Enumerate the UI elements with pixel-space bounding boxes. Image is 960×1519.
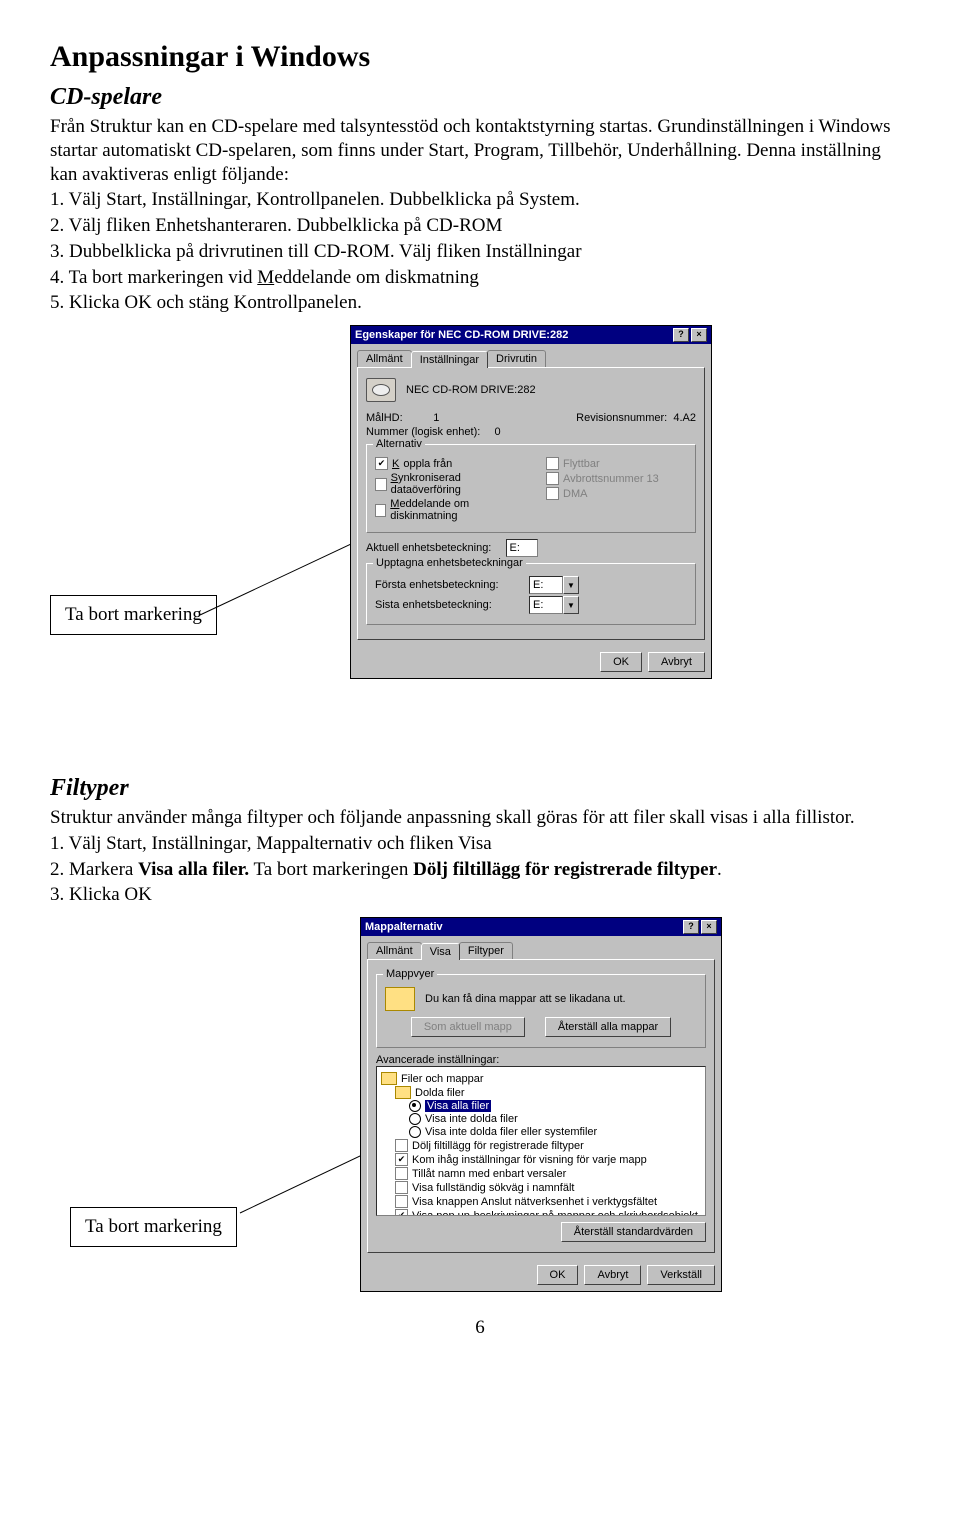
device-name: NEC CD-ROM DRIVE:282: [406, 384, 536, 396]
tab-allmant[interactable]: Allmänt: [357, 350, 412, 367]
close-icon[interactable]: ×: [701, 920, 717, 934]
chk-meddelande[interactable]: [375, 504, 386, 517]
callout-box-1: Ta bort markering: [50, 595, 217, 635]
cancel-button-2[interactable]: Avbryt: [584, 1265, 641, 1285]
chk-flyttbar: [546, 457, 559, 470]
chk-popup[interactable]: [395, 1209, 408, 1216]
apply-button[interactable]: Verkställ: [647, 1265, 715, 1285]
chevron-down-icon[interactable]: ▼: [563, 576, 579, 594]
folder-icon: [395, 1086, 411, 1099]
screenshot-2-area: Ta bort markering Mappalternativ ? × All…: [50, 917, 910, 1287]
tab-filtyper[interactable]: Filtyper: [459, 942, 513, 959]
tab-allmant-2[interactable]: Allmänt: [367, 942, 422, 959]
radio-visa-inte[interactable]: [409, 1113, 421, 1125]
chk-synk[interactable]: [375, 478, 387, 491]
close-icon[interactable]: ×: [691, 328, 707, 342]
filt-step-3: 3. Klicka OK: [50, 883, 910, 907]
cd-step-2: 2. Välj fliken Enhetshanteraren. Dubbelk…: [50, 214, 910, 238]
cd-step-1: 1. Välj Start, Inställningar, Kontrollpa…: [50, 188, 910, 212]
chk-versaler[interactable]: [395, 1167, 408, 1180]
tabs: Allmänt Inställningar Drivrutin: [351, 344, 711, 367]
cdrom-icon: [366, 378, 396, 402]
chk-dolj-filtillagg[interactable]: [395, 1139, 408, 1152]
btn-aterstall-mappar[interactable]: Återställ alla mappar: [545, 1017, 671, 1037]
dialog2-titlebar[interactable]: Mappalternativ ? ×: [361, 918, 721, 936]
page-number: 6: [50, 1317, 910, 1339]
cd-intro: Från Struktur kan en CD-spelare med tals…: [50, 115, 910, 186]
dialog-titlebar[interactable]: Egenskaper för NEC CD-ROM DRIVE:282 ? ×: [351, 326, 711, 344]
tab-installningar[interactable]: Inställningar: [411, 351, 488, 368]
cancel-button[interactable]: Avbryt: [648, 652, 705, 672]
combo-last-drive[interactable]: E:▼: [529, 596, 579, 614]
dialog-mappalternativ: Mappalternativ ? × Allmänt Visa Filtyper…: [360, 917, 722, 1292]
group-alternativ: Alternativ Koppla från Synkroniserad dat…: [366, 444, 696, 533]
folder-icon: [381, 1072, 397, 1085]
callout-box-2: Ta bort markering: [70, 1207, 237, 1247]
dialog-properties: Egenskaper för NEC CD-ROM DRIVE:282 ? × …: [350, 325, 712, 679]
section-cd-title: CD-spelare: [50, 84, 910, 111]
btn-som-aktuell: Som aktuell mapp: [411, 1017, 525, 1037]
chk-koppla[interactable]: [375, 457, 388, 470]
chk-kom-ihag[interactable]: [395, 1153, 408, 1166]
group-reserved: Upptagna enhetsbeteckningar Första enhet…: [366, 563, 696, 625]
cd-step-4: 4. Ta bort markeringen vid Meddelande om…: [50, 266, 910, 290]
chk-sokvag[interactable]: [395, 1181, 408, 1194]
cd-step-3: 3. Dubbelklicka på drivrutinen till CD-R…: [50, 240, 910, 264]
cd-step-5: 5. Klicka OK och stäng Kontrollpanelen.: [50, 291, 910, 315]
chk-dma: [546, 487, 559, 500]
chk-avbrott: [546, 472, 559, 485]
section-filtyper-title: Filtyper: [50, 775, 910, 802]
group-mappvyer: Mappvyer Du kan få dina mappar att se li…: [376, 974, 706, 1048]
screenshot-1-area: Ta bort markering Egenskaper för NEC CD-…: [50, 325, 910, 745]
current-drive-value: E:: [506, 539, 538, 557]
filtyper-intro: Struktur använder många filtyper och föl…: [50, 806, 910, 830]
folder-icon: [385, 987, 415, 1011]
tab-visa[interactable]: Visa: [421, 943, 460, 960]
combo-first-drive[interactable]: E:▼: [529, 576, 579, 594]
chevron-down-icon[interactable]: ▼: [563, 596, 579, 614]
ok-button-2[interactable]: OK: [537, 1265, 579, 1285]
btn-aterstall-std[interactable]: Återställ standardvärden: [561, 1222, 706, 1242]
ok-button[interactable]: OK: [600, 652, 642, 672]
advanced-tree[interactable]: Filer och mappar Dolda filer Visa alla f…: [376, 1066, 706, 1216]
help-icon[interactable]: ?: [673, 328, 689, 342]
help-icon[interactable]: ?: [683, 920, 699, 934]
tab-drivrutin[interactable]: Drivrutin: [487, 350, 546, 367]
adv-label: Avancerade inställningar:: [376, 1054, 706, 1066]
filt-step-1: 1. Välj Start, Inställningar, Mappaltern…: [50, 832, 910, 856]
filt-step-2: 2. Markera Visa alla filer. Ta bort mark…: [50, 858, 910, 882]
page-heading: Anpassningar i Windows: [50, 40, 910, 74]
radio-visa-alla[interactable]: [409, 1100, 421, 1112]
current-drive-label: Aktuell enhetsbeteckning:: [366, 542, 491, 554]
chk-anslut[interactable]: [395, 1195, 408, 1208]
radio-visa-inte-sys[interactable]: [409, 1126, 421, 1138]
